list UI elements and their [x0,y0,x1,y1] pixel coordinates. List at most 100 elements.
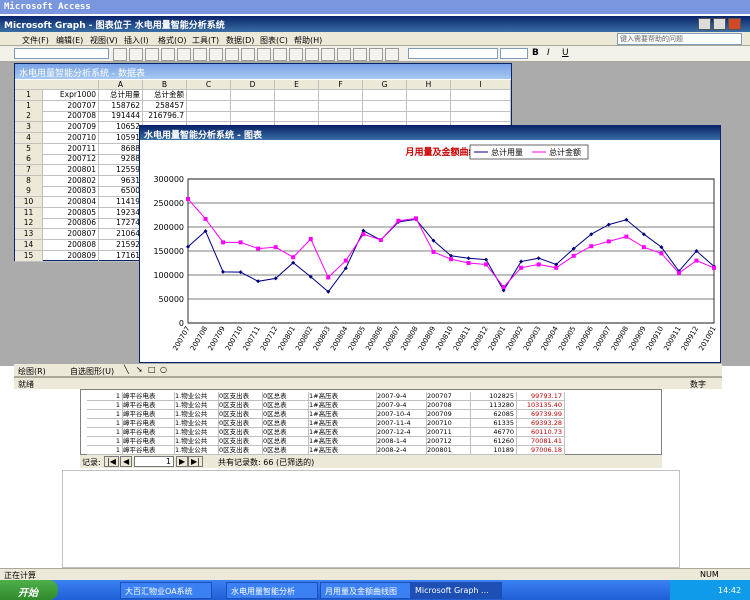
toolbar-button-icon[interactable] [353,48,367,61]
sheet-a-cell[interactable]: 17274 [99,218,143,230]
sheet-a-cell[interactable]: 191444 [99,111,143,123]
sheet-empty-cell[interactable] [187,111,231,123]
sheet-empty-cell[interactable] [231,111,275,123]
access-cell[interactable]: 0区总表 [263,437,309,446]
sheet-a-cell[interactable]: 10652 [99,122,143,134]
access-cell[interactable]: 0区支出表 [219,410,263,419]
sheet-empty-cell[interactable] [407,100,451,112]
sheet-a-cell[interactable]: 158762 [99,100,143,112]
first-record-button[interactable]: |◀ [104,456,119,467]
taskbar-item[interactable]: 水电用量智能分析 [226,582,318,599]
column-header[interactable]: G [363,80,407,90]
access-cell[interactable]: 1 [87,446,123,455]
sheet-empty-cell[interactable] [231,100,275,112]
sheet-a-cell[interactable]: 9631 [99,175,143,187]
row-header[interactable]: 15 [15,250,43,262]
menu-item-3[interactable]: 插入(I) [124,35,149,46]
toolbar-button-icon[interactable] [193,48,207,61]
access-cell[interactable]: 1#高压表 [309,428,377,437]
access-cell[interactable]: 1.物业公共 [175,428,219,437]
access-cell[interactable]: 0区支出表 [219,437,263,446]
taskbar-item[interactable]: 大百汇物业OA系统 [120,582,212,599]
toolbar-button-icon[interactable] [177,48,191,61]
sheet-key-cell[interactable]: 200707 [43,100,99,112]
sheet-empty-cell[interactable] [363,111,407,123]
sheet-a-cell[interactable]: 总计用量 [99,90,143,101]
line-tool-icon[interactable]: ╲ [124,365,129,374]
row-header[interactable]: 11 [15,207,43,219]
access-cell[interactable]: 200710 [427,419,471,428]
access-cell[interactable]: 1.物业公共 [175,437,219,446]
bold-button[interactable]: B [532,48,539,58]
access-cell[interactable]: 0区总表 [263,410,309,419]
row-header[interactable]: 3 [15,122,43,134]
access-cell[interactable]: 0区总表 [263,401,309,410]
access-cell[interactable]: 1#高压表 [309,392,377,401]
column-header[interactable]: B [143,80,187,90]
sheet-empty-cell[interactable] [231,90,275,101]
rect-tool-icon[interactable]: □ [148,365,156,374]
sheet-key-cell[interactable]: 200803 [43,186,99,198]
sheet-empty-cell[interactable] [275,100,319,112]
sheet-key-cell[interactable]: Expr1000 [43,90,99,101]
access-cell[interactable]: 1.物业公共 [175,392,219,401]
toolbar-button-icon[interactable] [305,48,319,61]
toolbar-button-icon[interactable] [241,48,255,61]
sheet-key-cell[interactable]: 200708 [43,111,99,123]
access-cell[interactable]: 2008-1-4 [377,437,427,446]
access-cell[interactable]: 1.物业公共 [175,419,219,428]
toolbar-button-icon[interactable] [369,48,383,61]
sheet-b-cell[interactable]: 258457 [143,100,187,112]
toolbar-button-icon[interactable] [321,48,335,61]
prev-record-button[interactable]: ◀ [120,456,133,467]
access-cell[interactable]: 97006.18 [517,446,565,455]
column-header[interactable]: F [319,80,363,90]
sheet-a-cell[interactable]: 10591 [99,132,143,144]
access-cell[interactable]: 102825 [471,392,517,401]
menu-item-6[interactable]: 数据(D) [226,35,254,46]
toolbar-button-icon[interactable] [385,48,399,61]
sheet-a-cell[interactable]: 12559 [99,164,143,176]
sheet-key-cell[interactable]: 200710 [43,132,99,144]
access-cell[interactable]: 1 [87,392,123,401]
sheet-empty-cell[interactable] [407,90,451,101]
access-cell[interactable]: 200707 [427,392,471,401]
sheet-key-cell[interactable]: 200711 [43,143,99,155]
access-cell[interactable]: 2007-9-4 [377,401,427,410]
close-button[interactable] [728,18,741,30]
row-header[interactable]: 14 [15,239,43,251]
sheet-a-cell[interactable]: 11419 [99,197,143,208]
access-cell[interactable]: 10189 [471,446,517,455]
chart-object-select[interactable] [14,48,109,59]
access-cell[interactable]: 1 [87,419,123,428]
access-cell[interactable]: 200708 [427,401,471,410]
row-header[interactable]: 6 [15,154,43,166]
oval-tool-icon[interactable]: ○ [160,365,167,374]
toolbar-button-icon[interactable] [113,48,127,61]
sheet-empty-cell[interactable] [275,111,319,123]
autoshape-button[interactable]: 自选图形(U) [70,366,114,377]
sheet-a-cell[interactable]: 17161 [99,250,143,262]
access-cell[interactable]: 69393.28 [517,419,565,428]
sheet-a-cell[interactable]: 6500 [99,186,143,198]
access-cell[interactable]: 61260 [471,437,517,446]
sheet-empty-cell[interactable] [275,90,319,101]
sheet-key-cell[interactable]: 200806 [43,218,99,230]
sheet-key-cell[interactable]: 200712 [43,154,99,166]
sheet-empty-cell[interactable] [319,90,363,101]
sheet-key-cell[interactable]: 200804 [43,197,99,208]
access-cell[interactable]: 200709 [427,410,471,419]
sheet-key-cell[interactable]: 200801 [43,164,99,176]
next-record-button[interactable]: ▶ [176,456,189,467]
toolbar-button-icon[interactable] [161,48,175,61]
access-cell[interactable]: 1#高压表 [309,437,377,446]
sheet-a-cell[interactable]: 21064 [99,229,143,241]
access-cell[interactable]: 2007-9-4 [377,392,427,401]
access-cell[interactable]: 0区支出表 [219,446,263,455]
row-header[interactable]: 9 [15,186,43,198]
access-cell[interactable]: 70081.41 [517,437,565,446]
access-cell[interactable]: 1 [87,428,123,437]
access-cell[interactable]: 2007-11-4 [377,419,427,428]
access-cell[interactable]: 200712 [427,437,471,446]
toolbar-button-icon[interactable] [209,48,223,61]
